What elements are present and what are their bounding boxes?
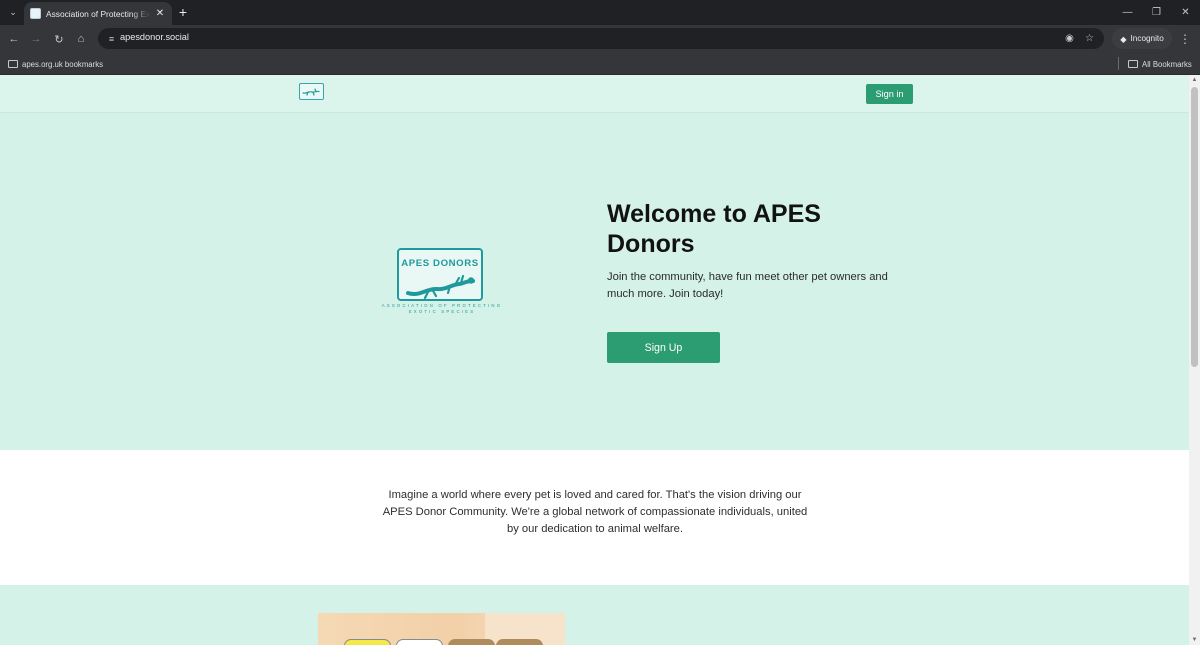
features-section	[0, 585, 1189, 645]
bookmark-folder-label: apes.org.uk bookmarks	[22, 59, 104, 69]
reload-icon[interactable]: ↻	[50, 30, 68, 48]
browser-tab-active[interactable]: Association of Protecting Exotic Species…	[24, 2, 172, 25]
url-text[interactable]: apesdonor.social	[120, 32, 189, 42]
sign-in-button[interactable]: Sign in	[866, 84, 913, 104]
tab-title: Association of Protecting Exotic Species	[46, 8, 151, 19]
hero-title: Welcome to APES Donors	[607, 200, 821, 258]
address-bar[interactable]: ≡ apesdonor.social ◉ ☆	[98, 28, 1104, 49]
browser-tab-strip: ⌄ Association of Protecting Exotic Speci…	[0, 0, 1200, 25]
lizard-icon	[302, 87, 320, 96]
scroll-down-arrow-icon[interactable]: ▼	[1189, 635, 1200, 645]
page-viewport: Sign in APES DONORS ASSOCIATION OF PROTE…	[0, 75, 1189, 645]
bookmarks-divider	[1118, 57, 1119, 70]
logo-subtitle: ASSOCIATION OF PROTECTING EXOTIC SPECIES	[381, 303, 503, 314]
scroll-up-arrow-icon[interactable]: ▲	[1189, 75, 1200, 85]
bookmarks-bar: apes.org.uk bookmarks All Bookmarks	[0, 53, 1200, 75]
logo-title: APES DONORS	[401, 258, 479, 269]
back-arrow-icon[interactable]: ←	[5, 30, 23, 48]
all-bookmarks-label: All Bookmarks	[1142, 59, 1192, 69]
incognito-label: Incognito	[1130, 34, 1164, 43]
window-controls: — ❐ ✕	[1113, 0, 1200, 25]
close-window-icon[interactable]: ✕	[1171, 0, 1200, 25]
browser-menu-icon[interactable]: ⋮	[1178, 30, 1192, 48]
bookmark-star-icon[interactable]: ☆	[1082, 31, 1097, 46]
scrollbar-thumb[interactable]	[1191, 87, 1198, 367]
feature-image-tag	[344, 639, 391, 645]
incognito-icon: ◆	[1120, 34, 1127, 44]
site-favicon-icon	[30, 8, 41, 19]
vision-section: Imagine a world where every pet is loved…	[0, 450, 1189, 585]
logo-frame: APES DONORS	[397, 248, 483, 301]
new-tab-plus-icon[interactable]: +	[176, 3, 190, 21]
restore-window-icon[interactable]: ❐	[1142, 0, 1171, 25]
folder-icon	[8, 60, 18, 68]
feature-image-tag	[396, 639, 443, 645]
feature-image-tag	[496, 639, 543, 645]
eye-off-icon[interactable]: ◉	[1062, 31, 1077, 46]
all-bookmarks-button[interactable]: All Bookmarks	[1128, 56, 1192, 72]
feature-image	[318, 613, 565, 645]
hero-description: Join the community, have fun meet other …	[607, 271, 888, 300]
minimize-window-icon[interactable]: —	[1113, 0, 1142, 25]
home-icon[interactable]: ⌂	[72, 30, 90, 48]
site-info-tune-icon[interactable]: ≡	[104, 31, 119, 46]
site-header: Sign in	[0, 75, 1189, 113]
feature-image-tag	[448, 639, 495, 645]
page-scrollbar[interactable]: ▲ ▼	[1189, 75, 1200, 645]
hero-section: APES DONORS ASSOCIATION OF PROTECTING EX…	[0, 113, 1189, 450]
folder-icon	[1128, 60, 1138, 68]
header-logo[interactable]	[299, 83, 324, 100]
vision-text: Imagine a world where every pet is loved…	[382, 489, 808, 535]
forward-arrow-icon[interactable]: →	[27, 30, 45, 48]
lizard-icon	[406, 274, 475, 299]
bookmark-folder-apes[interactable]: apes.org.uk bookmarks	[8, 56, 103, 72]
sign-up-button[interactable]: Sign Up	[607, 332, 720, 363]
browser-toolbar: ← → ↻ ⌂ ≡ apesdonor.social ◉ ☆ ◆ Incogni…	[0, 25, 1200, 53]
apes-donors-logo: APES DONORS ASSOCIATION OF PROTECTING EX…	[380, 248, 504, 328]
incognito-badge[interactable]: ◆ Incognito	[1112, 28, 1172, 49]
close-tab-icon[interactable]: ✕	[154, 8, 166, 19]
tab-search-chevron-icon[interactable]: ⌄	[4, 4, 22, 21]
